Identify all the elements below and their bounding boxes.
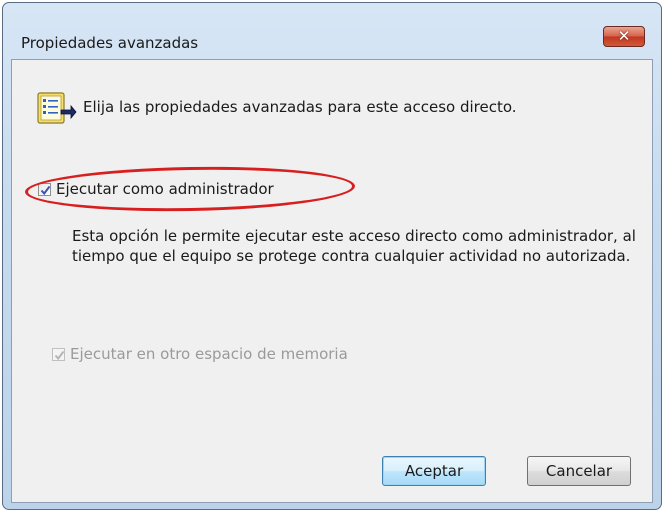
run-as-admin-description: Esta opción le permite ejecutar este acc… bbox=[72, 227, 636, 265]
close-button[interactable]: ✕ bbox=[603, 26, 645, 47]
ok-button[interactable]: Aceptar bbox=[382, 456, 486, 486]
header-instruction: Elija las propiedades avanzadas para est… bbox=[83, 98, 517, 116]
separate-memory-label: Ejecutar en otro espacio de memoria bbox=[70, 345, 348, 363]
advanced-properties-dialog: Propiedades avanzadas ✕ Elija las propie… bbox=[2, 2, 662, 510]
title-bar[interactable]: Propiedades avanzadas ✕ bbox=[3, 3, 661, 57]
separate-memory-option: Ejecutar en otro espacio de memoria bbox=[52, 345, 348, 363]
shortcut-properties-icon bbox=[37, 90, 77, 126]
dialog-body: Elija las propiedades avanzadas para est… bbox=[11, 59, 653, 503]
close-icon: ✕ bbox=[617, 27, 631, 45]
separate-memory-checkbox bbox=[52, 347, 65, 361]
highlight-annotation bbox=[24, 164, 356, 214]
cancel-button[interactable]: Cancelar bbox=[527, 456, 631, 486]
dialog-title: Propiedades avanzadas bbox=[21, 34, 199, 52]
